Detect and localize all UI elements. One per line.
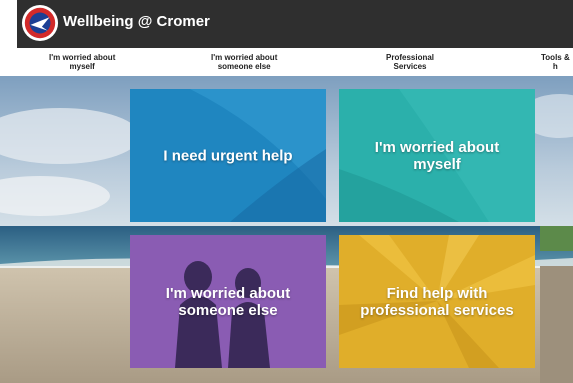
tile-worried-myself[interactable]: I'm worried about myself bbox=[339, 89, 535, 222]
browser-viewport: Wellbeing @ Cromer I'm worried about mys… bbox=[0, 0, 573, 383]
site-title[interactable]: Wellbeing @ Cromer bbox=[63, 13, 210, 30]
tile-worried-myself-label: I'm worried about myself bbox=[374, 138, 500, 173]
main-nav: I'm worried about myself I'm worried abo… bbox=[17, 48, 573, 77]
tile-urgent-help-label: I need urgent help bbox=[163, 147, 293, 164]
nav-item-myself[interactable]: I'm worried about myself bbox=[49, 53, 115, 71]
nav-item-professional-services[interactable]: Professional Services bbox=[386, 53, 434, 71]
nav-item-someone-else[interactable]: I'm worried about someone else bbox=[211, 53, 277, 71]
nav-item-tools[interactable]: Tools & h bbox=[541, 53, 570, 71]
tile-urgent-help[interactable]: I need urgent help bbox=[130, 89, 326, 222]
tile-worried-someone-else[interactable]: I'm worried about someone else bbox=[130, 235, 326, 368]
hero-beach-background: I need urgent help I'm worried about mys… bbox=[0, 76, 573, 383]
tile-professional-services[interactable]: Find help with professional services bbox=[339, 235, 535, 368]
tile-professional-services-label: Find help with professional services bbox=[360, 284, 514, 319]
tile-worried-someone-else-label: I'm worried about someone else bbox=[165, 284, 291, 319]
site-header: Wellbeing @ Cromer bbox=[17, 0, 573, 48]
school-crest-icon[interactable] bbox=[21, 4, 59, 42]
